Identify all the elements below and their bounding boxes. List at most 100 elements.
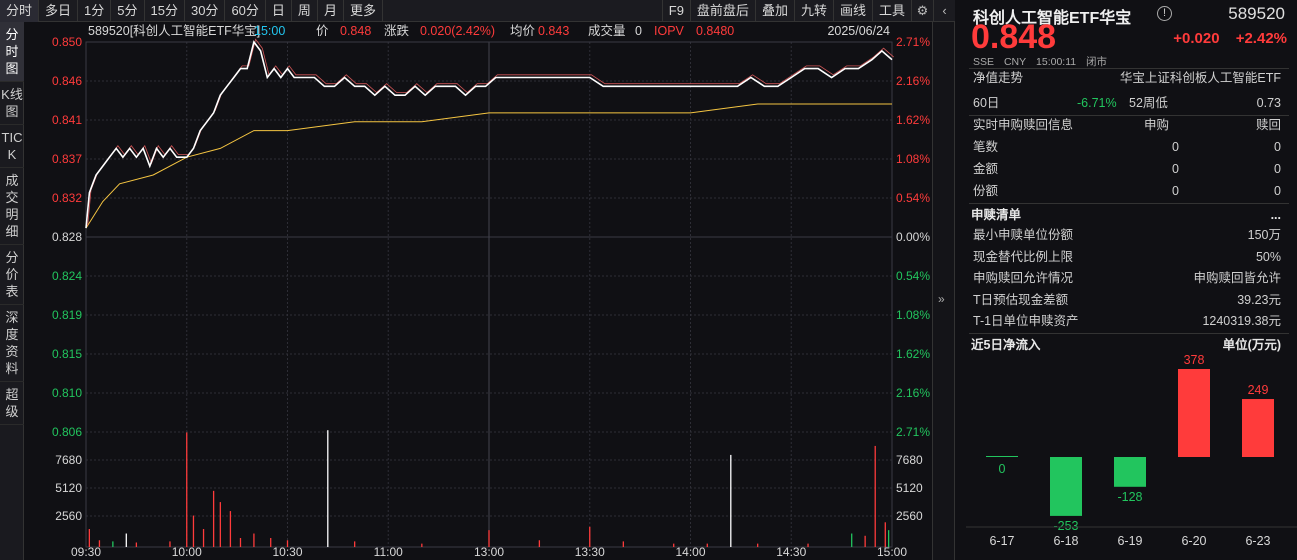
pct-tick-label: 2.16% [896,74,930,88]
period-row: 60日 -6.71% 52周低 0.73 [969,93,1289,114]
pct-tick-label: 2.71% [896,35,930,49]
redeem-row: 最小申赎单位份额 150万 [969,225,1289,246]
toolbar-button[interactable]: 画线 [832,0,872,22]
price-tick-label: 0.815 [52,347,82,361]
nav-index[interactable]: 华宝上证科创板人工智能ETF [1120,68,1281,89]
gear-icon[interactable]: ⚙ [911,0,933,22]
change-percent: +2.42% [1235,30,1287,47]
nav-row[interactable]: 净值走势 华宝上证科创板人工智能ETF [969,68,1289,89]
vol-value: 0 [635,24,642,38]
intraday-chart[interactable]: 589520[科创人工智能ETF华宝] 15:00 价 0.848 涨跌 0.020(2.… [24,22,932,560]
pct-tick-label: 1.62% [896,347,930,361]
pct-tick-label: 2.71% [896,425,930,439]
period-tab[interactable]: 30分 [185,0,226,22]
net-flow-unit: 单位(万元) [1222,338,1281,352]
top-toolbar: 分时 多日 1分 5分 15分 30分 60分日周月更多 F9 盘前盘后 叠加 九转 画线 工具 ⚙ … [0,0,955,22]
period-tab[interactable]: 分时 [0,0,40,22]
flow-value-label: -253 [1053,519,1078,533]
pct-tick-label: 2.16% [896,386,930,400]
toolbar-button[interactable]: 盘前盘后 [689,0,755,22]
flow-date-label: 6-23 [1245,534,1270,548]
time-tick-label: 14:00 [675,545,705,559]
redeem-row-label: 现金替代比例上限 [973,249,1074,264]
realtime-row-label: 金额 [973,162,999,176]
realtime-row: 份额 0 0 [969,181,1289,202]
redeem-row-label: 最小申赎单位份额 [973,228,1074,242]
view-tab[interactable]: TICK [0,125,24,168]
period-tab[interactable]: 1分 [78,0,112,22]
price-tick-label: 0.819 [52,308,82,322]
net-flow-chart: 0 6-17 -2536-18 -128 6-19 378 6-20 249 6-23 [966,355,1297,548]
redeem-row: 申购赎回允许情况 申购赎回皆允许 [969,268,1289,289]
redeem-row-value: 申购赎回皆允许 [1193,271,1281,285]
flow-bar [1114,457,1146,487]
quote-meta: SSE CNY 15:00:11 闭市 [973,54,1114,69]
period-tab[interactable]: 月 [318,0,344,22]
pct-tick-label: 0.54% [896,191,930,205]
period-tab[interactable]: 多日 [39,0,79,22]
redeem-row-value: 39.23元 [1237,292,1281,307]
change-label: 涨跌 [384,23,410,38]
realtime-col-sell: 赎回 [1255,118,1281,132]
view-tab[interactable]: 分价表 [0,245,24,305]
security-code: 589520 [1228,4,1285,23]
time-tick-label: 10:30 [272,545,302,559]
realtime-row-sell: 0 [1274,184,1281,198]
time-tick-label: 09:30 [71,545,101,559]
exchange: SSE [973,56,995,68]
flow-date-label: 6-19 [1117,534,1142,548]
redeem-row-label: 申购赎回允许情况 [973,271,1074,285]
volume-tick-label: 5120 [55,481,82,495]
change-value: +0.020 [1173,30,1220,47]
market-status: 闭市 [1086,56,1108,68]
toolbar-button[interactable]: F9 [661,0,690,22]
toolbar-right: F9 盘前盘后 叠加 九转 画线 工具 ⚙ ‹ [661,0,955,22]
avg-value: 0.843 [538,24,569,38]
redeem-list-title: 申赎清单 [971,208,1022,222]
view-tab[interactable]: 超级 [0,382,24,425]
flow-bar [986,456,1018,457]
flow-value-label: 249 [1248,383,1269,397]
realtime-row-label: 笔数 [973,140,999,154]
realtime-title: 实时申购赎回信息 [973,118,1074,132]
view-tab[interactable]: 成交明细 [0,168,24,245]
toolbar-button[interactable]: 叠加 [754,0,794,22]
realtime-row: 金额 0 0 [969,159,1289,180]
realtime-row-buy: 0 [1172,162,1179,176]
panel-collapse-strip[interactable]: » [932,22,955,560]
redeem-row: T日预估现金差额 39.23元 [969,290,1289,311]
period-tab[interactable]: 周 [292,0,318,22]
toolbar-button[interactable]: 工具 [871,0,911,22]
period-tab[interactable]: 15分 [145,0,185,22]
info-icon[interactable]: ! [1157,6,1172,21]
price-tick-label: 0.824 [52,269,82,283]
view-tab[interactable]: K线图 [0,82,24,125]
view-tab[interactable]: 深度资料 [0,305,24,382]
price-tick-label: 0.832 [52,191,82,205]
redeem-row-label: T日预估现金差额 [973,292,1069,307]
quote-time: 15:00:11 [1036,56,1077,68]
period-tab[interactable]: 60分 [225,0,266,22]
flow-value-label: 378 [1184,355,1205,367]
collapse-left-icon[interactable]: ‹ [933,0,955,22]
volume-tick-label: 2560 [55,509,82,523]
period-tab[interactable]: 日 [266,0,292,22]
left-view-tabs: 分时图 K线图 TICK 成交明细 分价表 深度资料 超级 [0,22,24,560]
time-tick-label: 13:30 [575,545,605,559]
view-tab[interactable]: 分时图 [0,22,24,82]
pct-tick-label: 1.62% [896,113,930,127]
period-tab[interactable]: 更多 [344,0,383,22]
pct-tick-label: 0.54% [896,269,930,283]
nav-label: 净值走势 [973,71,1024,85]
price-tick-label: 0.841 [52,113,82,127]
iopv-value: 0.8480 [696,24,734,38]
redeem-list-header: 申赎清单 ... [969,203,1289,225]
price-tick-label: 0.810 [52,386,82,400]
realtime-row-buy: 0 [1172,184,1179,198]
period-tab[interactable]: 5分 [111,0,145,22]
expand-icon[interactable]: » [938,292,945,306]
more-icon[interactable]: ... [1271,204,1281,226]
flow-date-label: 6-20 [1181,534,1206,548]
realtime-row-buy: 0 [1172,140,1179,154]
toolbar-button[interactable]: 九转 [793,0,833,22]
